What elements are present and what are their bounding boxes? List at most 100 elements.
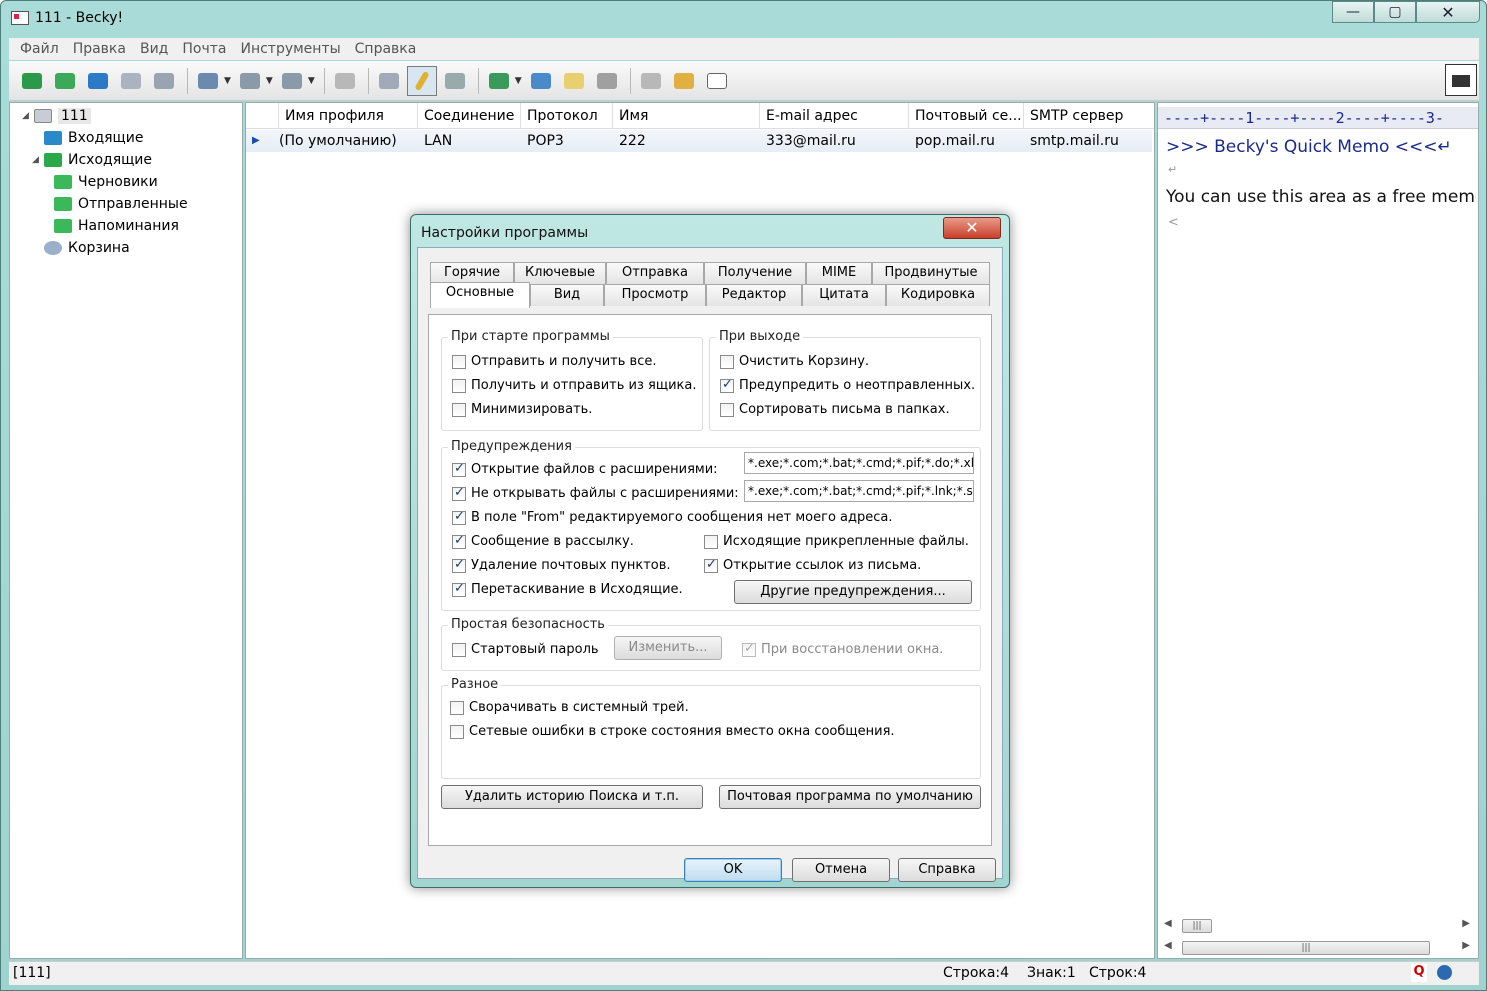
startup-password-checkbox[interactable]: Стартовый пароль (452, 642, 599, 657)
default-mail-client-button[interactable]: Почтовая программа по умолчанию (719, 785, 981, 809)
tree-item-sent[interactable]: Отправленные (54, 194, 188, 214)
tab-hotkeys[interactable]: Горячие (430, 262, 514, 284)
column-pop-server[interactable]: Почтовый се... (909, 103, 1024, 129)
scroll-thumb[interactable]: ||| (1182, 919, 1212, 933)
expand-arrow-icon[interactable]: ◢ (22, 111, 30, 121)
column-protocol[interactable]: Протокол (521, 103, 613, 129)
tab-general[interactable]: Основные (430, 282, 530, 308)
table-row[interactable]: ▶ (По умолчанию) LAN POP3 222 333@mail.r… (246, 130, 1152, 152)
layout-button[interactable] (702, 66, 732, 96)
warn-attach-checkbox[interactable]: Исходящие прикрепленные файлы. (704, 534, 969, 549)
menu-mail[interactable]: Почта (175, 41, 233, 57)
memo-scrollbar-1[interactable]: ◀ ||| ▶ (1162, 917, 1472, 935)
column-profile-name[interactable]: Имя профиля (279, 103, 418, 129)
column-email[interactable]: E-mail адрес (760, 103, 909, 129)
exit-sort-folders-checkbox[interactable]: Сортировать письма в папках. (720, 402, 950, 417)
new-folder-button[interactable] (669, 66, 699, 96)
tree-item-trash[interactable]: Корзина (44, 238, 130, 258)
tree-view-button[interactable] (374, 66, 404, 96)
network-button[interactable] (149, 66, 179, 96)
reply-button[interactable] (235, 66, 265, 96)
warn-mailing-checkbox[interactable]: Сообщение в рассылку. (452, 533, 634, 549)
menu-tools[interactable]: Инструменты (233, 41, 347, 57)
expand-arrow-icon[interactable]: ◢ (32, 155, 40, 165)
compose-button[interactable] (193, 66, 223, 96)
on-restore-checkbox[interactable]: При восстановлении окна. (742, 641, 943, 657)
tab-quote[interactable]: Цитата (802, 284, 886, 306)
notes-button[interactable] (559, 66, 589, 96)
minimize-button[interactable]: — (1332, 1, 1374, 23)
noopen-ext-input[interactable]: *.exe;*.com;*.bat;*.cmd;*.pif;*.lnk;*.sc… (744, 480, 974, 502)
menu-file[interactable]: Файл (13, 41, 66, 57)
q-icon[interactable]: Q (1411, 964, 1427, 982)
tab-editor[interactable]: Редактор (706, 284, 802, 306)
tab-receiving[interactable]: Получение (704, 262, 806, 284)
warn-noopen-ext-checkbox[interactable]: Не открывать файлы с расширениями: (452, 485, 739, 501)
sync-button[interactable] (116, 66, 146, 96)
scroll-left-icon[interactable]: ◀ (1164, 918, 1172, 929)
tree-item-drafts[interactable]: Черновики (54, 172, 158, 192)
address-dropdown-icon[interactable]: ▼ (515, 76, 522, 86)
tab-view[interactable]: Вид (530, 284, 604, 306)
close-button[interactable]: ✕ (1416, 1, 1480, 23)
forward-dropdown-icon[interactable]: ▼ (308, 76, 315, 86)
scroll-thumb[interactable]: ||| (1182, 941, 1430, 955)
scroll-right-icon[interactable]: ▶ (1462, 918, 1470, 929)
delete-button[interactable] (330, 66, 360, 96)
warn-drag-checkbox[interactable]: Перетаскивание в Исходящие. (452, 581, 683, 597)
exit-warn-unsent-checkbox[interactable]: Предупредить о неотправленных. (720, 377, 975, 393)
tab-sending[interactable]: Отправка (606, 262, 704, 284)
maximize-button[interactable]: ▢ (1374, 1, 1416, 23)
column-connection[interactable]: Соединение (418, 103, 521, 129)
mailbox-status-icon[interactable] (1445, 64, 1477, 96)
menu-edit[interactable]: Правка (66, 41, 133, 57)
warn-delete-checkbox[interactable]: Удаление почтовых пунктов. (452, 557, 671, 573)
tab-encoding[interactable]: Кодировка (886, 284, 990, 306)
warn-from-checkbox[interactable]: В поле "From" редактируемого сообщения н… (452, 509, 892, 525)
tab-advanced[interactable]: Продвинутые (872, 262, 990, 284)
cancel-button[interactable]: Отмена (792, 858, 890, 882)
scroll-left-icon[interactable]: ◀ (1164, 940, 1172, 951)
template-button[interactable] (592, 66, 622, 96)
warn-open-ext-checkbox[interactable]: Открытие файлов с расширениями: (452, 461, 718, 477)
tree-item-outbox[interactable]: ◢ Исходящие (32, 150, 152, 170)
column-smtp-server[interactable]: SMTP сервер (1024, 103, 1152, 129)
tree-item-root[interactable]: ◢ 111 (22, 106, 91, 126)
exit-empty-trash-checkbox[interactable]: Очистить Корзину. (720, 354, 869, 369)
startup-send-receive-checkbox[interactable]: Отправить и получить все. (452, 354, 656, 369)
scroll-right-icon[interactable]: ▶ (1462, 940, 1470, 951)
forward-button[interactable] (277, 66, 307, 96)
network-errors-checkbox[interactable]: Сетевые ошибки в строке состояния вместо… (450, 724, 895, 739)
quick-memo-panel[interactable]: ----+----1----+----2----+----3- >>> Beck… (1157, 102, 1479, 959)
minimize-tray-checkbox[interactable]: Сворачивать в системный трей. (450, 700, 689, 715)
dialog-close-button[interactable]: ✕ (943, 217, 1001, 239)
edit-button[interactable] (406, 65, 437, 96)
startup-receive-send-checkbox[interactable]: Получить и отправить из ящика. (452, 378, 697, 393)
tree-item-inbox[interactable]: Входящие (44, 128, 143, 148)
send-button[interactable] (83, 66, 113, 96)
startup-minimize-checkbox[interactable]: Минимизировать. (452, 402, 592, 417)
compose-dropdown-icon[interactable]: ▼ (224, 76, 231, 86)
tab-keys[interactable]: Ключевые (514, 262, 606, 284)
ok-button[interactable]: OK (684, 858, 782, 882)
send-receive-all-button[interactable] (17, 66, 47, 96)
tree-item-reminders[interactable]: Напоминания (54, 216, 179, 236)
memo-scrollbar-2[interactable]: ◀ ||| ▶ (1162, 939, 1472, 957)
open-folder-button[interactable] (636, 66, 666, 96)
reply-dropdown-icon[interactable]: ▼ (266, 76, 273, 86)
warn-links-checkbox[interactable]: Открытие ссылок из письма. (704, 557, 921, 573)
menu-view[interactable]: Вид (133, 41, 175, 57)
tab-preview[interactable]: Просмотр (604, 284, 706, 306)
filter-button[interactable] (526, 66, 556, 96)
help-button[interactable]: Справка (898, 858, 996, 882)
address-book-button[interactable] (484, 66, 514, 96)
menu-help[interactable]: Справка (348, 41, 424, 57)
open-ext-input[interactable]: *.exe;*.com;*.bat;*.cmd;*.pif;*.do;*.xl;… (744, 452, 974, 474)
other-warnings-button[interactable]: Другие предупреждения... (734, 580, 972, 604)
globe-icon[interactable] (1437, 965, 1452, 980)
receive-button[interactable] (50, 66, 80, 96)
column-name[interactable]: Имя (613, 103, 760, 129)
change-password-button[interactable]: Изменить... (614, 636, 722, 660)
export-button[interactable] (440, 66, 470, 96)
clear-history-button[interactable]: Удалить историю Поиска и т.п. (441, 785, 703, 809)
